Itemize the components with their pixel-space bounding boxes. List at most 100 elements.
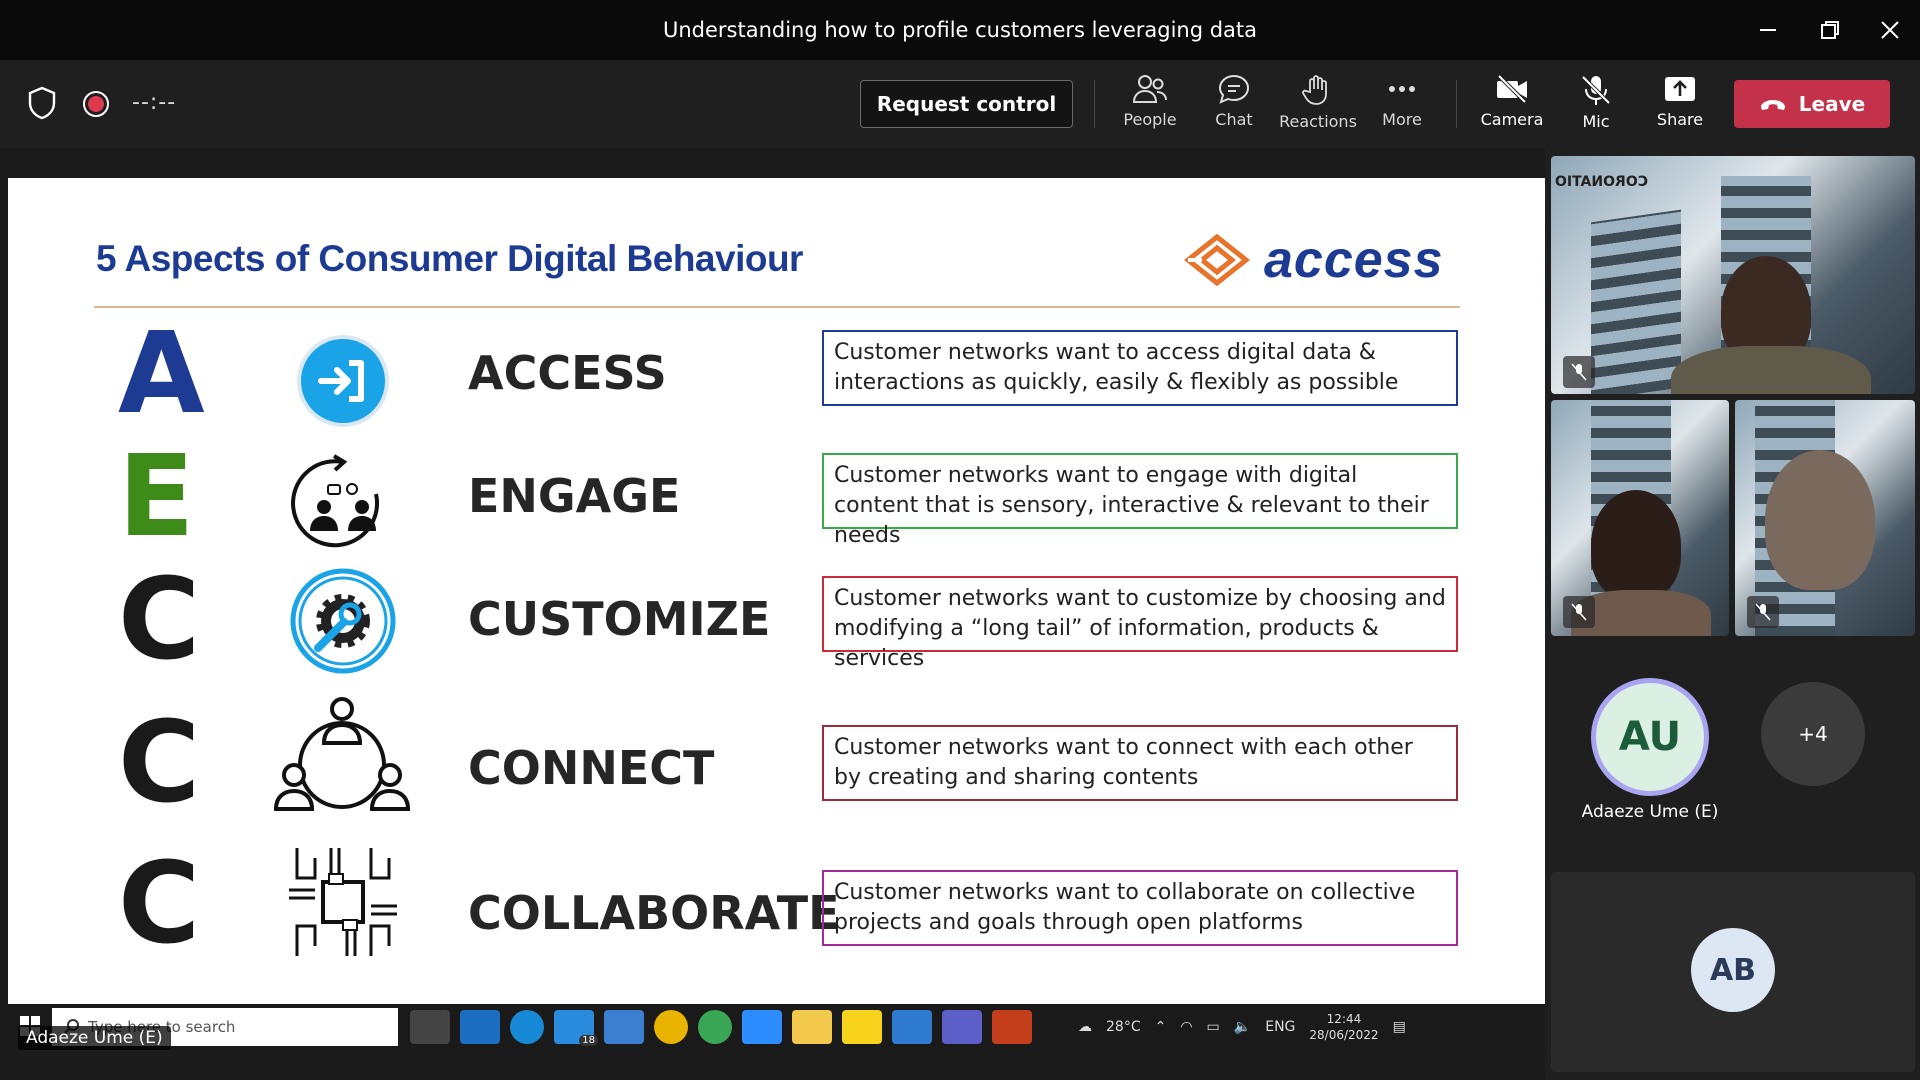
video-tile-3[interactable] <box>1735 400 1915 636</box>
chat-icon <box>1218 74 1250 104</box>
mail-icon[interactable]: 18 <box>554 1010 598 1046</box>
aspect-description: Customer networks want to collaborate on… <box>822 870 1458 946</box>
close-button[interactable] <box>1870 10 1910 50</box>
store-icon[interactable] <box>604 1010 644 1044</box>
aspect-letter: C <box>118 839 201 969</box>
edge-icon[interactable] <box>510 1010 544 1044</box>
leave-button[interactable]: Leave <box>1734 80 1890 128</box>
close-icon <box>1881 21 1899 39</box>
muted-indicator <box>1563 596 1595 628</box>
meeting-toolbar: --:-- Request control People Chat Reacti… <box>0 60 1920 148</box>
reactions-label: Reactions <box>1279 112 1357 131</box>
aspect-letter: C <box>118 698 201 828</box>
mic-off-icon <box>1581 75 1611 105</box>
teams-icon[interactable] <box>942 1010 982 1044</box>
reactions-button[interactable]: Reactions <box>1276 74 1360 140</box>
engage-people-icon <box>278 439 408 569</box>
powerpoint-icon[interactable] <box>992 1010 1032 1044</box>
minimize-button[interactable] <box>1748 10 1788 50</box>
reactions-icon <box>1302 75 1327 105</box>
task-view-icon[interactable] <box>410 1010 450 1044</box>
share-label: Share <box>1656 110 1704 129</box>
presenter-name-tag: Adaeze Ume (E) <box>18 1026 171 1050</box>
participants-panel: CORONATIO AU Adaeze Ume (E) +4 AB <box>1545 148 1920 1080</box>
meeting-timer: --:-- <box>132 90 177 115</box>
chat-button[interactable]: Chat <box>1192 74 1276 140</box>
aspect-description: Customer networks want to access digital… <box>822 330 1458 406</box>
participant-video <box>1765 450 1875 590</box>
battery-icon[interactable]: ▭ <box>1207 1019 1220 1035</box>
sticky-notes-icon[interactable] <box>842 1010 882 1044</box>
video-tile-4[interactable]: AB <box>1551 872 1915 1072</box>
avatar-initials: AB <box>1709 952 1757 988</box>
volume-icon[interactable]: 🔈 <box>1234 1019 1251 1035</box>
mic-button[interactable]: Mic <box>1554 74 1638 140</box>
mic-label: Mic <box>1582 112 1610 131</box>
video-tile-2[interactable] <box>1551 400 1729 636</box>
request-control-button[interactable]: Request control <box>860 80 1073 128</box>
aspect-name: COLLABORATE <box>468 886 840 940</box>
access-diamond-icon <box>1184 233 1250 287</box>
people-button[interactable]: People <box>1108 74 1192 140</box>
camera-button[interactable]: Camera <box>1470 74 1554 140</box>
muted-indicator <box>1563 356 1595 388</box>
shared-screen: 5 Aspects of Consumer Digital Behaviour … <box>0 148 1545 1080</box>
video-tile-1[interactable]: CORONATIO <box>1551 156 1915 394</box>
meeting-title: Understanding how to profile customers l… <box>662 18 1258 42</box>
clock-date: 28/06/2022 <box>1309 1028 1379 1042</box>
notifications-icon[interactable]: ▤ <box>1393 1019 1406 1035</box>
weather-cloud-icon[interactable]: ☁ <box>1078 1019 1092 1035</box>
gear-wrench-icon <box>278 556 408 686</box>
language-indicator[interactable]: ENG <box>1265 1019 1295 1035</box>
taskbar-clock[interactable]: 12:44 28/06/2022 <box>1309 1011 1378 1043</box>
camera-label: Camera <box>1480 110 1544 129</box>
system-tray: ☁ 28°C ⌃ ◠ ▭ 🔈 ENG 12:44 28/06/2022 ▤ <box>1078 1004 1406 1050</box>
participant-video <box>1591 490 1681 600</box>
restore-button[interactable] <box>1810 10 1850 50</box>
aspect-name: ACCESS <box>468 346 667 400</box>
avatar-initials: AU <box>1618 714 1682 760</box>
mic-off-icon <box>1571 603 1587 621</box>
title-divider <box>94 306 1460 308</box>
aspect-name: CUSTOMIZE <box>468 592 771 646</box>
aspect-description: Customer networks want to engage with di… <box>822 453 1458 548</box>
more-button[interactable]: More <box>1360 74 1444 140</box>
photos-icon[interactable] <box>892 1010 932 1044</box>
share-button[interactable]: Share <box>1638 74 1722 140</box>
building-background <box>1591 209 1681 394</box>
network-people-icon <box>272 693 412 833</box>
mic-off-icon <box>1755 603 1771 621</box>
chrome-icon[interactable] <box>698 1010 732 1044</box>
recording-icon <box>82 90 110 122</box>
toolbar-divider <box>1456 80 1457 128</box>
more-icon <box>1389 86 1415 92</box>
network-icon[interactable]: ◠ <box>1180 1019 1192 1035</box>
logo-text: access <box>1264 231 1444 289</box>
chrome-icon[interactable] <box>654 1010 688 1044</box>
collaborate-hands-icon <box>278 842 408 962</box>
taskbar-apps: 18 <box>410 1010 1032 1046</box>
minimize-icon <box>1760 29 1776 31</box>
more-participants-button[interactable]: +4 <box>1761 682 1865 786</box>
aspect-description: Customer networks want to customize by c… <box>822 576 1458 671</box>
presentation-slide: 5 Aspects of Consumer Digital Behaviour … <box>8 178 1545 1005</box>
zoom-icon[interactable] <box>742 1010 782 1044</box>
chevron-up-icon[interactable]: ⌃ <box>1155 1019 1167 1035</box>
mirrored-sign-text: CORONATIO <box>1555 174 1648 190</box>
aspect-description: Customer networks want to connect with e… <box>822 725 1458 801</box>
share-icon <box>1665 77 1695 101</box>
presenter-taskbar: Type here to search 18 ☁ 28°C ⌃ ◠ <box>8 1004 1545 1050</box>
weather-temp: 28°C <box>1106 1019 1141 1035</box>
outlook-icon[interactable] <box>460 1010 500 1044</box>
shield-icon[interactable] <box>28 86 56 124</box>
people-icon <box>1133 75 1167 103</box>
aspect-name: ENGAGE <box>468 469 681 523</box>
avatar[interactable]: AU <box>1591 678 1709 796</box>
window-title-bar: Understanding how to profile customers l… <box>0 0 1920 60</box>
file-explorer-icon[interactable] <box>792 1010 832 1044</box>
access-logo: access <box>1184 230 1444 290</box>
phone-hangup-icon <box>1760 100 1785 110</box>
mail-badge: 18 <box>579 1035 598 1046</box>
participant-video <box>1671 346 1871 394</box>
more-label: More <box>1382 110 1422 129</box>
